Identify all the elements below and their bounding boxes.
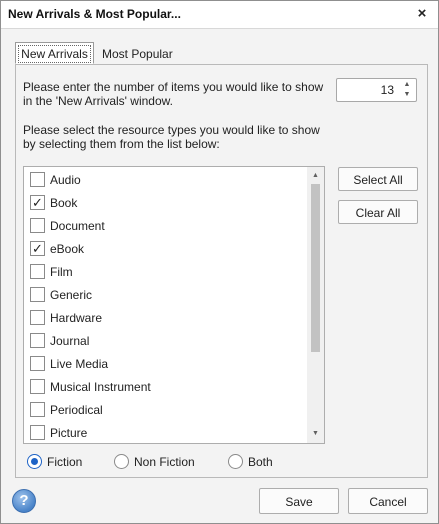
list-item[interactable]: Journal <box>30 332 300 350</box>
list-item[interactable]: Film <box>30 263 300 281</box>
item-label: Hardware <box>50 311 103 325</box>
item-label: Periodical <box>50 403 103 417</box>
checkbox[interactable] <box>30 425 45 440</box>
window-title: New Arrivals & Most Popular... <box>8 7 181 21</box>
list-item[interactable]: Musical Instrument <box>30 378 300 396</box>
checkbox[interactable] <box>30 310 45 325</box>
checkbox[interactable] <box>30 287 45 302</box>
item-label: Live Media <box>50 357 109 371</box>
list-item[interactable]: ✓ eBook <box>30 240 300 258</box>
dialog-window: New Arrivals & Most Popular... × New Arr… <box>0 0 439 524</box>
tab-label: New Arrivals <box>18 45 91 63</box>
list-item[interactable]: Generic <box>30 286 300 304</box>
list-item[interactable]: Picture <box>30 424 300 442</box>
spin-down-icon[interactable]: ▼ <box>400 90 414 100</box>
cancel-button[interactable]: Cancel <box>348 488 428 514</box>
list-item[interactable]: Hardware <box>30 309 300 327</box>
list-scrollbar[interactable]: ▲ ▼ <box>307 167 324 443</box>
radio-selected-dot <box>31 458 38 465</box>
clear-all-button[interactable]: Clear All <box>338 200 418 224</box>
checkbox[interactable]: ✓ <box>30 241 45 256</box>
scroll-up-icon[interactable]: ▲ <box>307 169 324 183</box>
count-prompt-line2: in the 'New Arrivals' window. <box>23 94 173 108</box>
list-item[interactable]: Document <box>30 217 300 235</box>
item-label: Picture <box>50 426 88 440</box>
radio-circle[interactable] <box>27 454 42 469</box>
scroll-thumb[interactable] <box>311 184 320 352</box>
item-count-value[interactable]: 13 <box>381 83 394 97</box>
item-label: eBook <box>50 242 85 256</box>
spin-up-icon[interactable]: ▲ <box>400 80 414 90</box>
tab-new-arrivals[interactable]: New Arrivals <box>15 42 94 64</box>
list-item[interactable]: ✓ Book <box>30 194 300 212</box>
checkbox[interactable] <box>30 172 45 187</box>
radio-label: Both <box>248 455 273 469</box>
list-item[interactable]: Periodical <box>30 401 300 419</box>
checkbox[interactable] <box>30 379 45 394</box>
list-item[interactable]: Audio <box>30 171 300 189</box>
help-icon[interactable]: ? <box>12 489 36 513</box>
radio-label: Non Fiction <box>134 455 195 469</box>
checkbox[interactable] <box>30 333 45 348</box>
checkbox[interactable] <box>30 218 45 233</box>
tab-most-popular[interactable]: Most Popular <box>96 43 179 65</box>
count-prompt-line1: Please enter the number of items you wou… <box>23 80 324 94</box>
types-prompt-line2: by selecting them from the list below: <box>23 137 220 151</box>
title-bar: New Arrivals & Most Popular... × <box>1 1 438 29</box>
select-all-button[interactable]: Select All <box>338 167 418 191</box>
save-button[interactable]: Save <box>259 488 339 514</box>
radio-circle[interactable] <box>228 454 243 469</box>
item-label: Musical Instrument <box>50 380 151 394</box>
resource-type-list[interactable]: Audio ✓ Book Document ✓ eBook Film Gener… <box>23 166 325 444</box>
item-label: Journal <box>50 334 90 348</box>
item-label: Generic <box>50 288 93 302</box>
radio-circle[interactable] <box>114 454 129 469</box>
scroll-down-icon[interactable]: ▼ <box>307 427 324 441</box>
checkbox[interactable] <box>30 356 45 371</box>
item-label: Audio <box>50 173 81 187</box>
item-label: Film <box>50 265 73 279</box>
item-count-spinner[interactable]: 13 ▲ ▼ <box>336 78 417 102</box>
radio-label: Fiction <box>47 455 83 469</box>
types-prompt-line1: Please select the resource types you wou… <box>23 123 320 137</box>
item-label: Book <box>50 196 78 210</box>
checkbox[interactable]: ✓ <box>30 195 45 210</box>
list-item[interactable]: Live Media <box>30 355 300 373</box>
item-label: Document <box>50 219 105 233</box>
checkbox[interactable] <box>30 264 45 279</box>
close-icon[interactable]: × <box>412 4 432 24</box>
checkbox[interactable] <box>30 402 45 417</box>
